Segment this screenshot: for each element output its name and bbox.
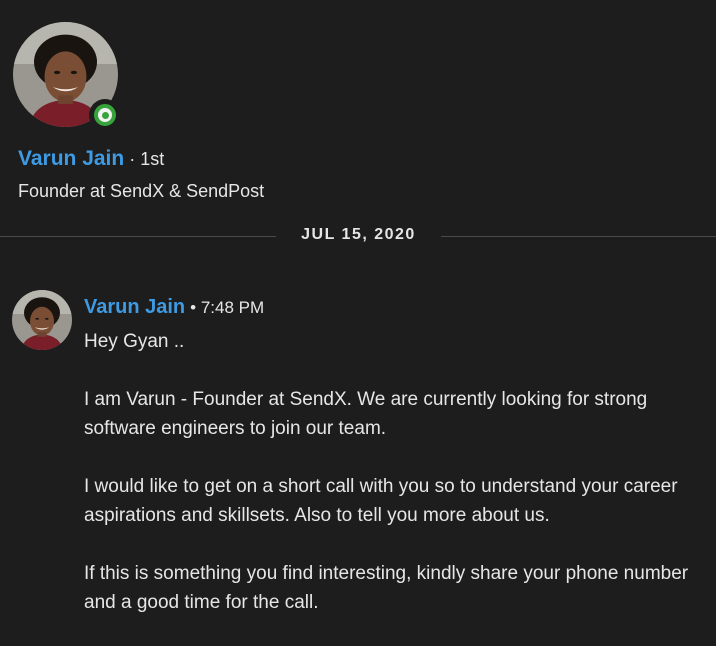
divider-line-right: [441, 236, 716, 237]
date-divider: JUL 15, 2020: [0, 226, 716, 246]
message-sender-link[interactable]: Varun Jain: [84, 296, 185, 319]
profile-headline: Founder at SendX & SendPost: [18, 181, 265, 201]
message-header: Varun Jain • 7:48 PM: [84, 296, 264, 319]
profile-name-link[interactable]: Varun Jain: [18, 147, 124, 171]
connection-degree: · 1st: [129, 149, 165, 169]
conversation-date: JUL 15, 2020: [301, 226, 416, 243]
message-time: • 7:48 PM: [190, 298, 265, 317]
sender-photo: [12, 290, 72, 350]
profile-name-row: Varun Jain · 1st: [18, 147, 164, 171]
message-paragraph: If this is something you find interestin…: [84, 563, 689, 613]
divider-line-left: [0, 236, 276, 237]
message-body: Hey Gyan .. I am Varun - Founder at Send…: [84, 327, 704, 646]
message-sender-avatar[interactable]: [12, 290, 72, 350]
online-status-icon: [89, 99, 121, 131]
message-paragraph: Hey Gyan ..: [84, 331, 185, 352]
message-paragraph: I am Varun - Founder at SendX. We are cu…: [84, 389, 648, 439]
message-paragraph: I would like to get on a short call with…: [84, 476, 678, 526]
